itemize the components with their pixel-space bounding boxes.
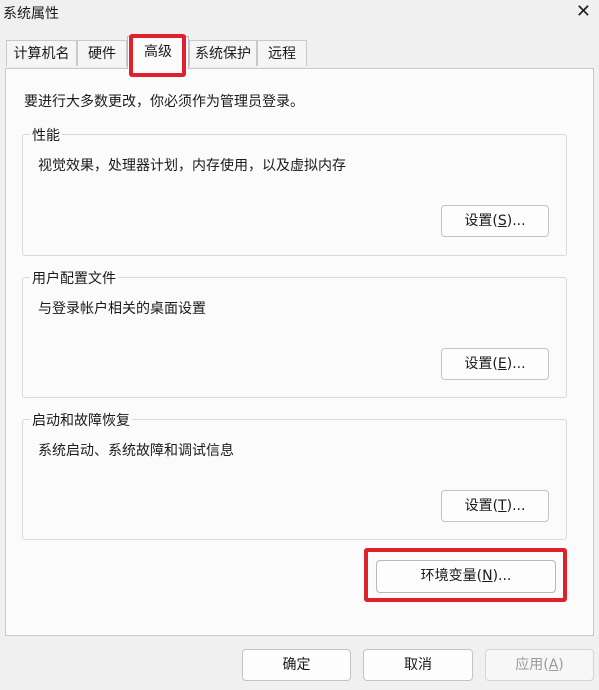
- performance-legend: 性能: [30, 125, 62, 145]
- admin-note: 要进行大多数更改，你必须作为管理员登录。: [24, 94, 304, 110]
- startup-recovery-settings-button[interactable]: 设置(T)...: [441, 490, 549, 522]
- performance-description: 视觉效果，处理器计划，内存使用，以及虚拟内存: [38, 158, 346, 174]
- button-label-prefix: 设置(: [464, 356, 498, 372]
- tab-remote[interactable]: 远程: [257, 40, 307, 66]
- advanced-tab-highlight: [129, 34, 186, 77]
- access-key: E: [497, 356, 507, 372]
- button-label-suffix: )...: [506, 356, 526, 372]
- user-profiles-description: 与登录帐户相关的桌面设置: [38, 301, 206, 317]
- tab-hardware[interactable]: 硬件: [77, 40, 127, 66]
- access-key: A: [548, 657, 559, 673]
- ok-button[interactable]: 确定: [242, 649, 351, 681]
- button-label-suffix: )...: [506, 213, 526, 229]
- button-label-prefix: 设置(: [464, 498, 499, 514]
- button-label-suffix: ): [558, 657, 564, 673]
- close-icon[interactable]: ✕: [576, 2, 591, 22]
- window-title: 系统属性: [3, 6, 59, 22]
- tab-system-protection[interactable]: 系统保护: [189, 40, 257, 66]
- user-profiles-legend: 用户配置文件: [30, 268, 118, 288]
- button-label-suffix: )...: [506, 498, 526, 514]
- button-label-prefix: 设置(: [464, 213, 498, 229]
- access-key: T: [498, 498, 507, 514]
- performance-group: 性能 视觉效果，处理器计划，内存使用，以及虚拟内存: [22, 125, 567, 256]
- startup-recovery-description: 系统启动、系统故障和调试信息: [38, 443, 234, 459]
- access-key: S: [497, 213, 507, 229]
- performance-settings-button[interactable]: 设置(S)...: [441, 205, 549, 237]
- button-label-prefix: 应用(: [515, 657, 549, 673]
- startup-recovery-legend: 启动和故障恢复: [30, 410, 132, 430]
- tab-computer-name[interactable]: 计算机名: [6, 40, 77, 66]
- title-bar: 系统属性 ✕: [0, 0, 599, 30]
- user-profiles-settings-button[interactable]: 设置(E)...: [441, 348, 549, 380]
- apply-button[interactable]: 应用(A): [485, 649, 594, 681]
- environment-variables-highlight: [364, 548, 567, 602]
- cancel-button[interactable]: 取消: [363, 649, 473, 681]
